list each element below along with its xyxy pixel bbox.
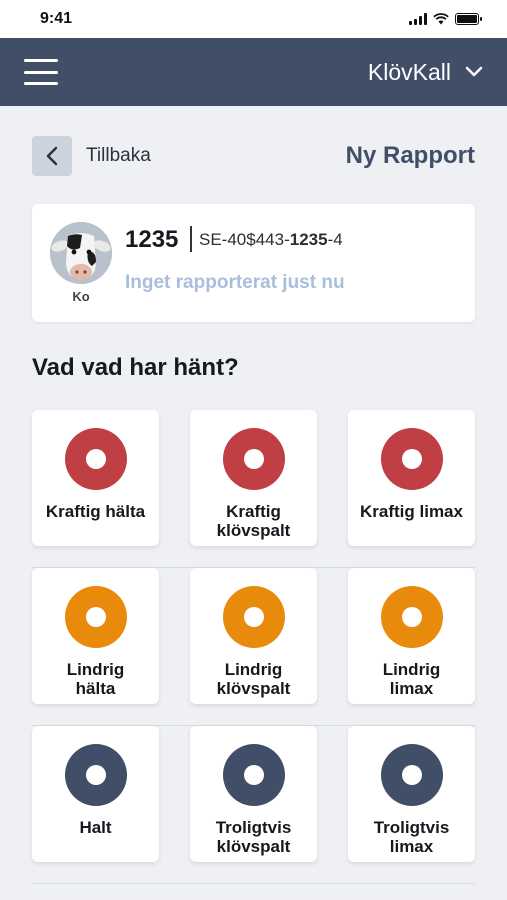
severity-ring-icon <box>380 586 443 648</box>
chevron-down-icon <box>465 66 483 77</box>
option-label: Lindrig hälta <box>66 660 125 698</box>
cow-avatar <box>50 222 112 284</box>
option-tile-lindrig-limax[interactable]: Lindrig limax <box>348 568 475 704</box>
cow-icon <box>50 222 112 284</box>
severity-ring-icon <box>222 586 285 648</box>
avatar-caption: Ko <box>72 289 90 304</box>
option-tile-lindrig-halta[interactable]: Lindrig hälta <box>32 568 159 704</box>
nav-row: Tillbaka Ny Rapport <box>32 136 475 176</box>
option-tile-kraftig-klovspalt[interactable]: Kraftig klövspalt <box>190 410 317 546</box>
battery-icon <box>455 13 482 25</box>
option-label: Kraftig limax <box>360 502 463 521</box>
option-tile-kraftig-limax[interactable]: Kraftig limax <box>348 410 475 546</box>
option-label: Lindrig klövspalt <box>216 660 291 698</box>
severity-ring-icon <box>64 428 127 490</box>
severity-ring-icon <box>222 744 285 806</box>
option-row: Kraftig hälta Kraftig klövspalt Kraftig l… <box>32 410 475 568</box>
page-title: Ny Rapport <box>345 142 475 169</box>
option-label: Lindrig limax <box>382 660 441 698</box>
back-button[interactable]: Tillbaka <box>32 136 151 176</box>
option-label: Kraftig hälta <box>45 502 146 521</box>
animal-id-prefix: SE-40$443- <box>199 230 290 249</box>
option-tile-halt[interactable]: Halt <box>32 726 159 862</box>
option-tile-lindrig-klovspalt[interactable]: Lindrig klövspalt <box>190 568 317 704</box>
hamburger-menu-icon[interactable] <box>24 59 58 85</box>
animal-id-highlight: 1235 <box>289 230 328 249</box>
status-icons <box>409 13 482 25</box>
question-heading: Vad vad har hänt? <box>32 354 239 381</box>
severity-ring-icon <box>380 428 443 490</box>
option-row: Lindrig hälta Lindrig klövspalt Lindrig lim… <box>32 568 475 726</box>
animal-status: Inget rapporterat just nu <box>125 272 345 293</box>
animal-card: Ko 1235 SE-40$443-1235-4 Inget rapporter… <box>32 204 475 322</box>
back-arrow-box[interactable] <box>32 136 72 176</box>
option-row: Halt Troligtvis klövspalt Troligtvis limax <box>32 726 475 884</box>
farm-selector[interactable]: KlövKall <box>368 59 483 86</box>
severity-ring-icon <box>222 428 285 490</box>
status-bar: 9:41 <box>0 0 507 38</box>
chevron-left-icon <box>46 146 58 166</box>
app-header: KlövKall <box>0 38 507 106</box>
back-label[interactable]: Tillbaka <box>86 145 151 167</box>
option-tile-troligtvis-klovspalt[interactable]: Troligtvis klövspalt <box>190 726 317 862</box>
severity-ring-icon <box>64 744 127 806</box>
animal-number: 1235 <box>125 226 179 253</box>
option-label: Troligtvis limax <box>373 818 450 856</box>
option-grid: Kraftig hälta Kraftig klövspalt Kraftig l… <box>32 410 475 884</box>
option-label: Troligtvis klövspalt <box>215 818 292 856</box>
animal-id: SE-40$443-1235-4 <box>199 230 343 250</box>
divider <box>190 226 192 252</box>
option-tile-troligtvis-limax[interactable]: Troligtvis limax <box>348 726 475 862</box>
option-tile-kraftig-halta[interactable]: Kraftig hälta <box>32 410 159 546</box>
option-label: Halt <box>79 818 112 837</box>
status-time: 9:41 <box>40 10 73 27</box>
farm-name: KlövKall <box>367 58 451 85</box>
severity-ring-icon <box>64 586 127 648</box>
signal-icon <box>409 13 427 25</box>
animal-id-suffix: -4 <box>327 230 343 249</box>
option-label: Kraftig klövspalt <box>216 502 291 540</box>
severity-ring-icon <box>380 744 443 806</box>
wifi-icon <box>433 13 449 25</box>
